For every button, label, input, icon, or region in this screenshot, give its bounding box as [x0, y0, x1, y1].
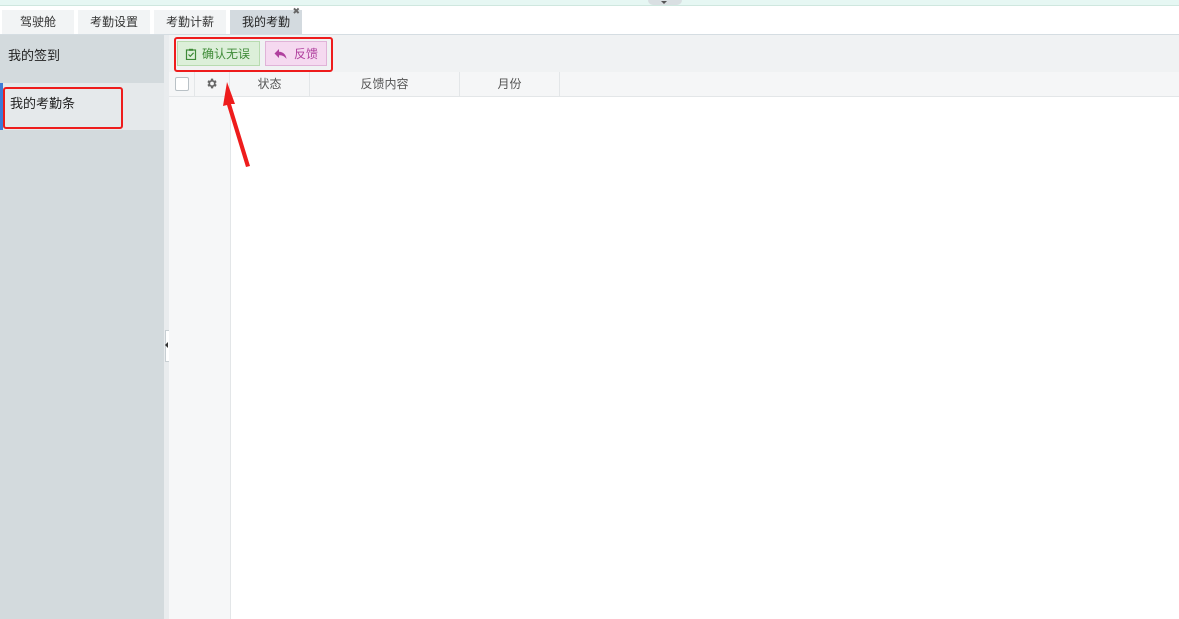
tab-cockpit[interactable]: 驾驶舱	[2, 10, 74, 34]
tab-my-attendance[interactable]: 我的考勤 ✖	[230, 7, 302, 34]
sidebar-item-label: 我的签到	[8, 49, 61, 64]
chevron-down-icon	[661, 1, 667, 4]
sidebar-item-my-signin[interactable]: 我的签到	[0, 35, 164, 82]
tab-label: 我的考勤	[241, 15, 290, 29]
column-label: 反馈内容	[360, 77, 409, 91]
column-label: 月份	[497, 77, 522, 91]
tab-attendance-settings[interactable]: 考勤设置	[78, 10, 150, 34]
tab-label: 考勤计薪	[165, 15, 214, 29]
column-header-feedback-content[interactable]: 反馈内容	[310, 72, 460, 96]
chevron-left-icon	[165, 342, 168, 348]
gear-icon[interactable]	[205, 77, 218, 90]
annotation-arrow	[223, 82, 250, 167]
tab-bar: 驾驶舱 考勤设置 考勤计薪 我的考勤 ✖	[0, 6, 1179, 35]
tab-attendance-payroll[interactable]: 考勤计薪	[154, 10, 226, 34]
annotation-box-sidebar	[3, 87, 123, 129]
tab-label: 考勤设置	[89, 15, 138, 29]
annotation-box-toolbar	[174, 37, 333, 72]
close-icon[interactable]: ✖	[292, 6, 300, 18]
grid-header: 状态 反馈内容 月份	[169, 72, 1179, 97]
tab-label: 驾驶舱	[19, 15, 56, 29]
column-header-month[interactable]: 月份	[460, 72, 560, 96]
select-all-checkbox[interactable]	[175, 77, 189, 91]
column-label: 状态	[257, 77, 282, 91]
